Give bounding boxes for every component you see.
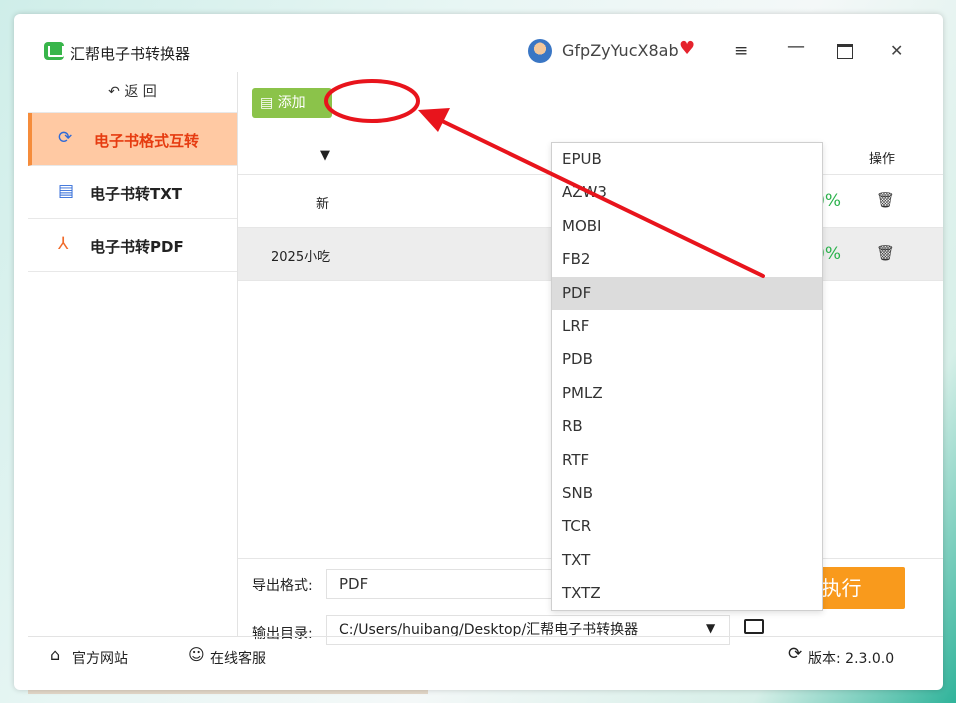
- format-option-txtz[interactable]: TXTZ: [552, 577, 822, 610]
- maximize-icon[interactable]: [837, 44, 853, 59]
- delete-icon[interactable]: 🗑: [876, 244, 895, 262]
- sidebar-item-to-pdf[interactable]: ⅄ 电子书转PDF: [28, 219, 237, 272]
- app-logo-icon: [44, 42, 64, 60]
- format-option-tcr[interactable]: TCR: [552, 510, 822, 543]
- delete-icon[interactable]: 🗑: [876, 191, 895, 209]
- format-option-pdf[interactable]: PDF: [552, 276, 822, 310]
- support-link[interactable]: 在线客服: [210, 648, 266, 668]
- back-button[interactable]: ↶ 返 回: [28, 72, 237, 113]
- user-name[interactable]: GfpZyYucX8ab: [562, 41, 679, 60]
- document-icon: ▤: [58, 181, 75, 201]
- app-window: 汇帮电子书转换器 GfpZyYucX8ab ♥ ≡ — ✕ ↶ 返 回 ⟳ 电子…: [14, 14, 943, 690]
- format-option-fb2[interactable]: FB2: [552, 243, 822, 276]
- export-format-label: 导出格式:: [252, 578, 313, 594]
- sidebar-item-format-convert[interactable]: ⟳ 电子书格式互转: [28, 113, 237, 166]
- dropdown-arrow-icon[interactable]: ▼: [706, 621, 715, 635]
- format-option-mobi[interactable]: MOBI: [552, 210, 822, 243]
- format-option-pdb[interactable]: PDB: [552, 343, 822, 376]
- minimize-icon[interactable]: —: [787, 36, 805, 57]
- vip-heart-icon[interactable]: ♥: [679, 38, 695, 59]
- user-avatar[interactable]: [528, 39, 552, 63]
- refresh-icon[interactable]: ⟳: [788, 644, 802, 664]
- refresh-icon: ⟳: [58, 128, 73, 148]
- add-file-icon: ▤: [260, 95, 278, 111]
- format-option-txt[interactable]: TXT: [552, 544, 822, 577]
- format-option-azw3[interactable]: AZW3: [552, 176, 822, 209]
- sort-arrow-icon[interactable]: ▼: [320, 148, 330, 163]
- app-title: 汇帮电子书转换器: [70, 45, 191, 63]
- footer: ⌂ 官方网站 ☺ 在线客服 ⟳ 版本: 2.3.0.0: [28, 636, 943, 677]
- header-actions: 操作: [869, 152, 896, 167]
- add-file-button[interactable]: ▤ 添加: [252, 88, 332, 118]
- version-text: 版本: 2.3.0.0: [808, 651, 895, 667]
- file-name: 新: [316, 197, 330, 212]
- format-option-rtf[interactable]: RTF: [552, 444, 822, 477]
- folder-icon[interactable]: [744, 619, 764, 634]
- menu-icon[interactable]: ≡: [734, 41, 748, 61]
- sidebar-item-label: 电子书转PDF: [90, 238, 184, 256]
- website-link[interactable]: 官方网站: [72, 648, 128, 668]
- sidebar: ↶ 返 回 ⟳ 电子书格式互转 ▤ 电子书转TXT ⅄ 电子书转PDF: [28, 72, 238, 636]
- pdf-icon: ⅄: [58, 234, 69, 254]
- format-option-pmlz[interactable]: PMLZ: [552, 377, 822, 410]
- sidebar-item-label: 电子书格式互转: [94, 132, 200, 150]
- format-option-epub[interactable]: EPUB: [552, 143, 822, 176]
- format-option-rb[interactable]: RB: [552, 410, 822, 443]
- title-bar: 汇帮电子书转换器 GfpZyYucX8ab ♥ ≡ — ✕: [14, 14, 943, 72]
- support-icon: ☺: [188, 645, 205, 664]
- add-file-label: 添加: [277, 95, 306, 111]
- format-dropdown-list: EPUB AZW3 MOBI FB2 PDF LRF PDB PMLZ RB RTF SNB TCR T…: [551, 142, 823, 611]
- file-name: 2025小吃: [271, 250, 331, 265]
- close-icon[interactable]: ✕: [890, 41, 903, 60]
- format-option-snb[interactable]: SNB: [552, 477, 822, 510]
- main-panel: ▤ 添加 ▼ 小 状态 操作 新 B 0% 🗑 2025小吃 B 0% 🗑 导出…: [238, 72, 943, 645]
- sidebar-item-to-txt[interactable]: ▤ 电子书转TXT: [28, 166, 237, 219]
- format-option-lrf[interactable]: LRF: [552, 310, 822, 343]
- sidebar-item-label: 电子书转TXT: [90, 185, 183, 203]
- home-icon: ⌂: [50, 645, 61, 664]
